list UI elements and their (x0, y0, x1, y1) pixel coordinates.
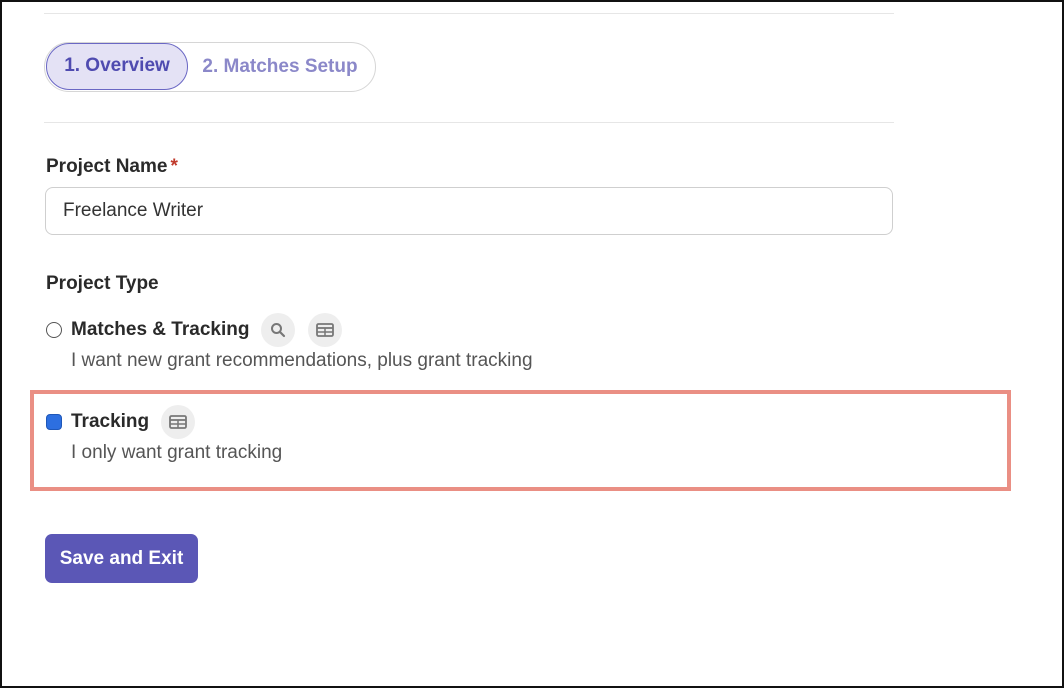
stepper: 1. Overview 2. Matches Setup (44, 42, 376, 92)
section-divider (44, 122, 894, 123)
top-divider (44, 13, 894, 14)
table-icon (308, 313, 343, 347)
table-icon (161, 405, 196, 439)
option-row: Matches & Tracking (46, 313, 533, 347)
page-frame: 1. Overview 2. Matches Setup Project Nam… (0, 0, 1064, 688)
option-description: I want new grant recommendations, plus g… (71, 350, 533, 371)
search-icon (261, 313, 296, 347)
step-overview[interactable]: 1. Overview (46, 42, 188, 90)
project-type-label: Project Type (46, 273, 159, 294)
option-title[interactable]: Matches & Tracking (71, 319, 249, 341)
save-and-exit-button[interactable]: Save and Exit (45, 534, 198, 583)
option-description: I only want grant tracking (71, 442, 283, 463)
radio-matches-tracking[interactable] (46, 322, 62, 338)
radio-tracking[interactable] (46, 414, 62, 430)
step-matches-setup[interactable]: 2. Matches Setup (195, 43, 365, 90)
project-name-label: Project Name * (46, 156, 178, 178)
option-row: Tracking (46, 405, 282, 439)
project-name-label-text: Project Name (46, 156, 168, 177)
option-tracking[interactable]: Tracking I only want grant tracking (46, 405, 283, 464)
project-name-input[interactable] (45, 187, 893, 235)
required-marker: * (170, 156, 178, 177)
option-title[interactable]: Tracking (71, 411, 149, 433)
option-matches-tracking[interactable]: Matches & Tracking I want new grant reco… (46, 313, 533, 372)
